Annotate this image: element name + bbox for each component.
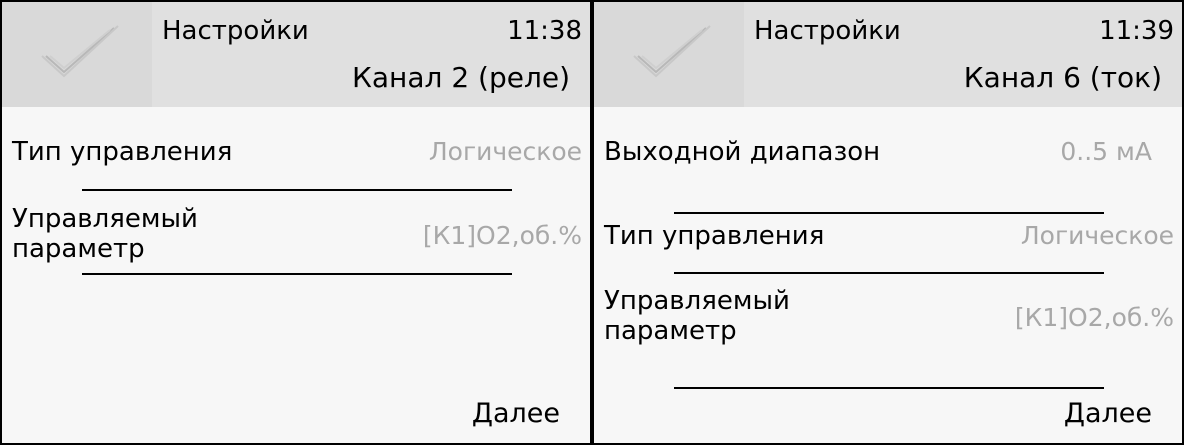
clock-time: 11:39 — [1099, 16, 1174, 46]
row-label-output-range: Выходной диапазон — [604, 137, 881, 167]
row-label-controlled-param: Управляемый параметр — [604, 286, 790, 346]
separator — [674, 387, 1104, 389]
row-value-controlled-param[interactable]: [К1]О2,об.% — [1015, 302, 1174, 334]
channel-title: Канал 2 (реле) — [352, 61, 570, 94]
clock-time: 11:38 — [507, 16, 582, 46]
row-label-control-type: Тип управления — [12, 137, 233, 167]
next-button[interactable]: Далее — [472, 398, 560, 430]
settings-screen-channel-2: Настройки 11:38 Канал 2 (реле) Тип управ… — [0, 0, 592, 445]
row-label-controlled-param: Управляемый параметр — [12, 204, 198, 264]
header-bar: Настройки 11:38 Канал 2 (реле) — [2, 2, 590, 107]
header-title: Настройки — [754, 16, 901, 46]
row-value-controlled-param[interactable]: [К1]О2,об.% — [423, 220, 582, 252]
row-label-control-type: Тип управления — [604, 221, 825, 251]
settings-screen-channel-6: Настройки 11:39 Канал 6 (ток) Выходной д… — [592, 0, 1184, 445]
next-button[interactable]: Далее — [1064, 398, 1152, 430]
row-value-output-range[interactable]: 0..5 мА — [1060, 136, 1152, 168]
separator — [674, 212, 1104, 214]
separator — [82, 273, 512, 275]
row-value-control-type[interactable]: Логическое — [1021, 220, 1174, 252]
checkmark-logo-icon — [633, 25, 711, 78]
row-value-control-type[interactable]: Логическое — [429, 136, 582, 168]
header-title: Настройки — [162, 16, 309, 46]
separator — [82, 189, 512, 191]
header-bar: Настройки 11:39 Канал 6 (ток) — [594, 2, 1182, 107]
separator — [674, 272, 1104, 274]
channel-title: Канал 6 (ток) — [963, 61, 1162, 94]
checkmark-logo-icon — [41, 25, 119, 78]
